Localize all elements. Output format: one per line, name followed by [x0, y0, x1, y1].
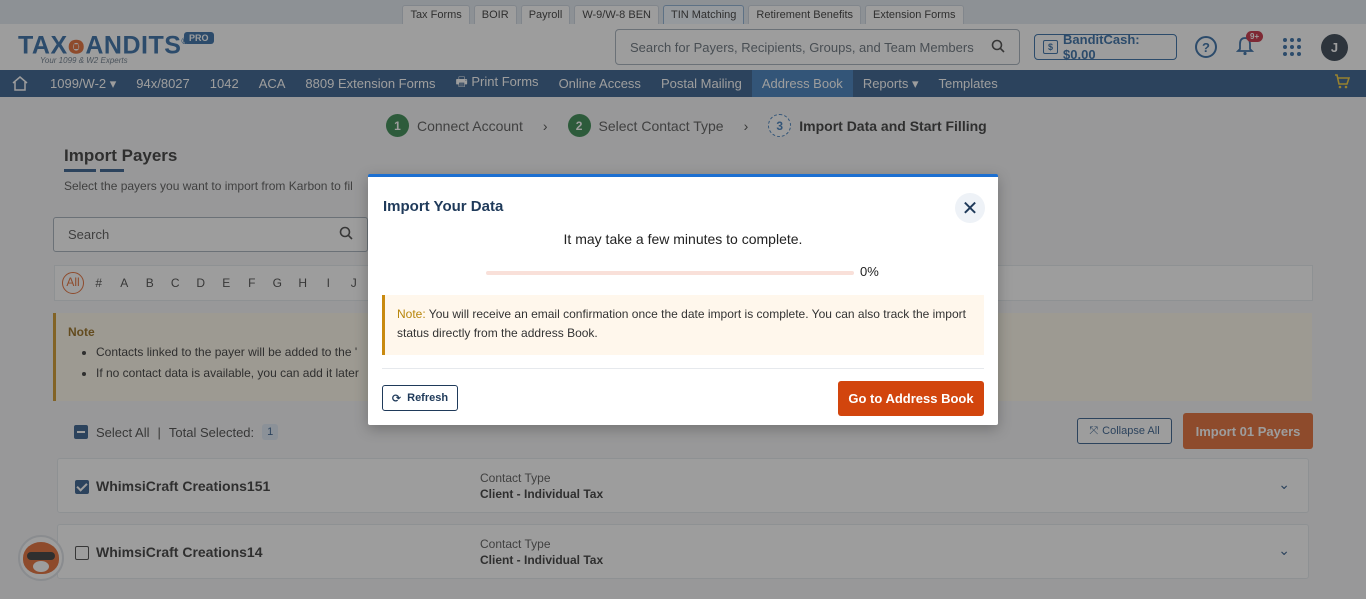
modal-divider [382, 368, 984, 369]
refresh-label: Refresh [407, 392, 449, 404]
modal-title: Import Your Data [383, 198, 504, 215]
close-icon[interactable]: ✕ [955, 193, 985, 223]
modal-note-label: Note: [397, 307, 426, 321]
modal-note: Note: You will receive an email confirma… [382, 295, 984, 355]
go-to-address-book-button[interactable]: Go to Address Book [838, 381, 984, 416]
progress-bar [486, 271, 854, 275]
modal-note-text: You will receive an email confirmation o… [397, 307, 966, 340]
refresh-icon: ⟳ [391, 392, 402, 405]
import-data-modal: Import Your Data ✕ It may take a few min… [368, 174, 998, 425]
modal-message: It may take a few minutes to complete. [563, 231, 803, 247]
progress-percent: 0% [860, 264, 879, 279]
refresh-button[interactable]: ⟳ Refresh [382, 385, 458, 411]
